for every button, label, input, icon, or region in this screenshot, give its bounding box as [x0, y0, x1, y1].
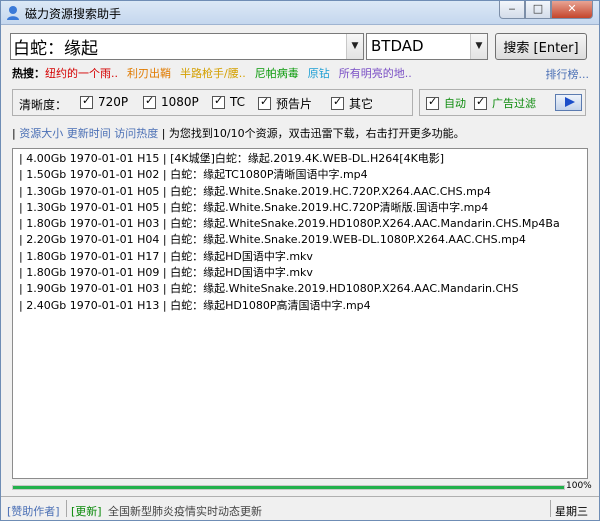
check-icon [258, 95, 271, 110]
hot-keyword[interactable]: 纽约的一个雨.. [45, 67, 118, 80]
engine-select[interactable]: BTDAD ▼ [366, 33, 488, 60]
filter-1080p-checkbox[interactable]: 1080P [143, 94, 199, 109]
filter-other-label: 其它 [349, 97, 374, 111]
sort-by-hot-link[interactable]: 访问热度 [114, 127, 158, 140]
sort-by-size-link[interactable]: 资源大小 [19, 127, 63, 140]
resolution-filter-group: 清晰度： 720P 1080P TC 预告片 其它 [12, 89, 413, 116]
app-window: 磁力资源搜索助手 ‒ □ ✕ ▼ BTDAD ▼ 搜索 [Enter] 热搜：纽… [0, 0, 600, 521]
ranking-link[interactable]: 排行榜... [546, 66, 590, 82]
title-bar[interactable]: 磁力资源搜索助手 ‒ □ ✕ [1, 1, 599, 25]
hot-keyword[interactable]: 尼帕病毒 [255, 67, 299, 80]
hot-keyword[interactable]: 原钻 [308, 67, 330, 80]
weekday-text: 星期三 [555, 505, 588, 518]
progress-fill [13, 486, 564, 489]
search-history-dropdown-icon[interactable]: ▼ [346, 34, 363, 59]
hot-search-label: 热搜： [12, 67, 45, 80]
hot-search-row: 热搜：纽约的一个雨.. 利刃出鞘 半路枪手/腰.. 尼帕病毒 原钻 所有明亮的地.. [12, 65, 412, 83]
update-link[interactable]: [更新] [71, 503, 102, 519]
sponsor-link[interactable]: [赞助作者] [7, 503, 60, 519]
hot-keyword[interactable]: 所有明亮的地.. [339, 67, 412, 80]
list-item[interactable]: | 1.80Gb 1970-01-01 H09 | 白蛇：缘起HD国语中字.mk… [19, 265, 587, 281]
progress-bar [12, 485, 565, 490]
check-icon [212, 94, 225, 109]
status-divider [550, 500, 551, 517]
filter-tc-checkbox[interactable]: TC [212, 94, 246, 109]
filter-720p-checkbox[interactable]: 720P [80, 94, 129, 109]
list-item[interactable]: | 1.80Gb 1970-01-01 H03 | 白蛇：缘起.WhiteSna… [19, 216, 587, 232]
auto-options-group: 自动 广告过滤 [419, 89, 586, 116]
sort-by-time-link[interactable]: 更新时间 [67, 127, 111, 140]
filter-tc-label: TC [230, 95, 246, 109]
list-item[interactable]: | 2.20Gb 1970-01-01 H04 | 白蛇：缘起.White.Sn… [19, 232, 587, 248]
check-icon [331, 95, 344, 110]
search-button[interactable]: 搜索 [Enter] [495, 33, 587, 60]
check-icon [143, 94, 156, 109]
close-button[interactable]: ✕ [551, 1, 593, 19]
minimize-button[interactable]: ‒ [499, 1, 525, 19]
search-combobox[interactable]: ▼ [10, 33, 364, 60]
filter-720p-label: 720P [98, 95, 129, 109]
resolution-label: 清晰度： [19, 98, 68, 112]
progress-label: 100% [566, 481, 592, 491]
check-icon [80, 94, 93, 109]
engine-dropdown-icon[interactable]: ▼ [470, 34, 487, 59]
filter-trailer-checkbox[interactable]: 预告片 [258, 95, 312, 112]
status-bar: [赞助作者] [更新] 全国新型肺炎疫情实时动态更新 星期三 [1, 496, 599, 520]
window-controls: ‒ □ ✕ [499, 1, 593, 20]
list-item[interactable]: | 1.50Gb 1970-01-01 H02 | 白蛇：缘起TC1080P清晰… [19, 167, 587, 183]
filter-1080p-label: 1080P [161, 95, 199, 109]
list-item[interactable]: | 2.40Gb 1970-01-01 H13 | 白蛇：缘起HD1080P高清… [19, 298, 587, 314]
check-icon [474, 95, 487, 110]
engine-value: BTDAD [371, 37, 424, 55]
check-icon [426, 95, 439, 110]
filter-trailer-label: 预告片 [276, 97, 313, 111]
ad-filter-label: 广告过滤 [492, 97, 536, 110]
info-line: | 资源大小 更新时间 访问热度 | 为您找到10/10个资源，双击迅雷下载，右… [12, 127, 465, 140]
hot-keyword[interactable]: 利刃出鞘 [127, 67, 171, 80]
window-title: 磁力资源搜索助手 [25, 7, 122, 21]
auto-label: 自动 [444, 97, 466, 110]
result-summary: 为您找到10/10个资源，双击迅雷下载，右击打开更多功能。 [168, 127, 465, 140]
filter-other-checkbox[interactable]: 其它 [331, 95, 373, 112]
list-item[interactable]: | 1.30Gb 1970-01-01 H05 | 白蛇：缘起.White.Sn… [19, 184, 587, 200]
ad-filter-checkbox[interactable]: 广告过滤 [474, 95, 536, 111]
list-item[interactable]: | 1.80Gb 1970-01-01 H17 | 白蛇：缘起HD国语中字.mk… [19, 249, 587, 265]
list-item[interactable]: | 1.30Gb 1970-01-01 H05 | 白蛇：缘起.White.Sn… [19, 200, 587, 216]
list-item[interactable]: | 1.90Gb 1970-01-01 H03 | 白蛇：缘起.WhiteSna… [19, 281, 587, 297]
search-input[interactable] [13, 35, 343, 58]
maximize-button[interactable]: □ [525, 1, 551, 19]
results-list[interactable]: | 4.00Gb 1970-01-01 H15 | [4K城堡]白蛇：缘起.20… [12, 148, 588, 479]
magnet-search-icon [7, 6, 19, 20]
auto-checkbox[interactable]: 自动 [426, 95, 466, 111]
status-divider [66, 500, 67, 517]
hot-keyword[interactable]: 半路枪手/腰.. [180, 67, 246, 80]
news-text[interactable]: 全国新型肺炎疫情实时动态更新 [108, 503, 262, 519]
play-icon[interactable] [555, 94, 582, 111]
list-item[interactable]: | 4.00Gb 1970-01-01 H15 | [4K城堡]白蛇：缘起.20… [19, 151, 587, 167]
